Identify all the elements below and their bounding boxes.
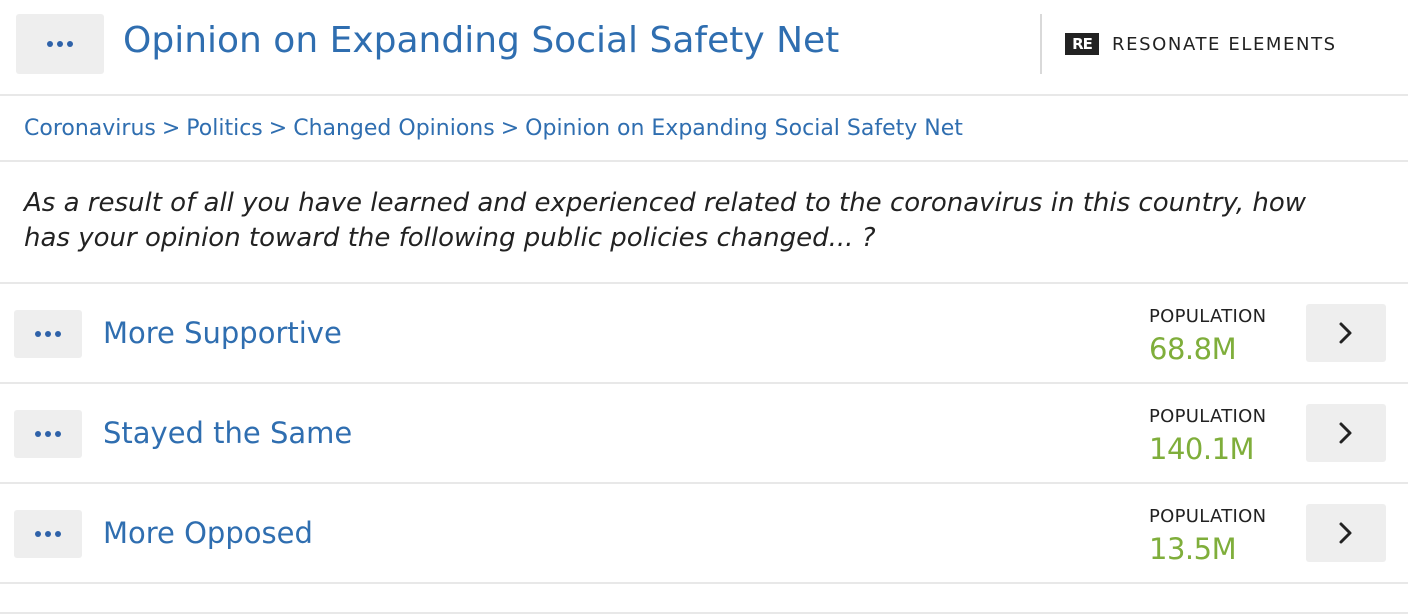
ellipsis-icon — [35, 531, 41, 537]
list-item[interactable]: Stayed the Same POPULATION 140.1M — [0, 384, 1408, 484]
row-label[interactable]: More Opposed — [103, 516, 313, 550]
ellipsis-icon — [35, 331, 41, 337]
breadcrumb-separator: > — [161, 116, 181, 141]
list-item[interactable]: More Supportive POPULATION 68.8M — [0, 284, 1408, 384]
open-row-button[interactable] — [1306, 504, 1386, 562]
open-row-button[interactable] — [1306, 404, 1386, 462]
population-label: POPULATION — [1149, 406, 1267, 427]
brand-name: RESONATE ELEMENTS — [1112, 33, 1337, 55]
breadcrumb-item-changed-opinions[interactable]: Changed Opinions — [293, 116, 495, 141]
bottom-divider — [0, 612, 1408, 614]
row-menu-button[interactable] — [14, 510, 82, 558]
row-menu-button[interactable] — [14, 410, 82, 458]
ellipsis-icon-dot — [57, 41, 63, 47]
population-label: POPULATION — [1149, 506, 1267, 527]
breadcrumb-item-current[interactable]: Opinion on Expanding Social Safety Net — [525, 116, 963, 141]
brand-mark: RE — [1065, 33, 1099, 55]
header-divider — [1040, 14, 1042, 74]
ellipsis-icon-dot — [55, 331, 61, 337]
chevron-right-icon — [1339, 422, 1352, 444]
breadcrumb-item-coronavirus[interactable]: Coronavirus — [24, 116, 156, 141]
ellipsis-icon-dot — [67, 41, 73, 47]
page-header: Opinion on Expanding Social Safety Net R… — [0, 0, 1408, 96]
row-label[interactable]: More Supportive — [103, 316, 342, 350]
survey-question: As a result of all you have learned and … — [0, 162, 1408, 284]
header-menu-button[interactable] — [16, 14, 104, 74]
ellipsis-icon — [35, 431, 41, 437]
population-value: 13.5M — [1149, 532, 1237, 566]
brand-logo[interactable]: RE RESONATE ELEMENTS — [1065, 33, 1337, 55]
ellipsis-icon — [47, 41, 53, 47]
breadcrumb: Coronavirus > Politics > Changed Opinions > Op… — [0, 96, 1408, 162]
list-item[interactable]: More Opposed POPULATION 13.5M — [0, 484, 1408, 584]
breadcrumb-separator: > — [268, 116, 288, 141]
breadcrumb-item-politics[interactable]: Politics — [186, 116, 262, 141]
ellipsis-icon-dot — [45, 431, 51, 437]
ellipsis-icon-dot — [55, 531, 61, 537]
row-menu-button[interactable] — [14, 310, 82, 358]
row-label[interactable]: Stayed the Same — [103, 416, 352, 450]
ellipsis-icon-dot — [45, 531, 51, 537]
ellipsis-icon-dot — [45, 331, 51, 337]
ellipsis-icon-dot — [55, 431, 61, 437]
population-label: POPULATION — [1149, 306, 1267, 327]
chevron-right-icon — [1339, 522, 1352, 544]
population-value: 68.8M — [1149, 332, 1237, 366]
page-title: Opinion on Expanding Social Safety Net — [123, 20, 840, 61]
open-row-button[interactable] — [1306, 304, 1386, 362]
breadcrumb-separator: > — [500, 116, 520, 141]
chevron-right-icon — [1339, 322, 1352, 344]
population-value: 140.1M — [1149, 432, 1255, 466]
